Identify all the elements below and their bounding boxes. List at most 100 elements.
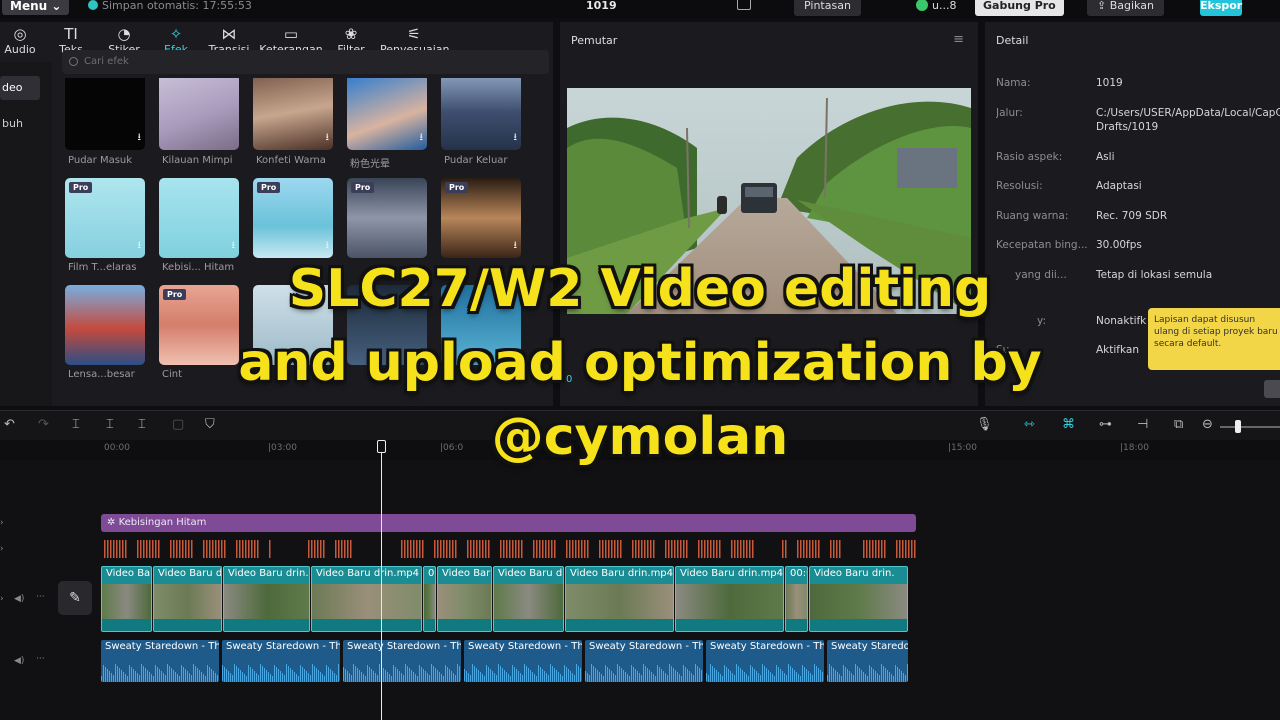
more-icon[interactable]: ···: [36, 654, 45, 664]
video-clip[interactable]: Video Baru drin.n: [223, 566, 310, 632]
video-thumbnail: [494, 584, 563, 620]
audio-clip[interactable]: Sweaty Staredown - The: [222, 640, 340, 682]
export-button[interactable]: Ekspor: [1200, 0, 1242, 16]
download-icon: ⭳: [513, 132, 518, 143]
audio-waveform: [101, 664, 218, 682]
tab-label: Audio: [4, 43, 36, 56]
video-clip[interactable]: 00:0: [785, 566, 808, 632]
search-input[interactable]: Cari efek: [62, 50, 549, 74]
top-bar: Menu ⌄ Simpan otomatis: 17:55:53 1019 Pi…: [0, 0, 1280, 18]
effect-tile[interactable]: Pro ⭳: [65, 178, 145, 258]
mute-icon[interactable]: ◀): [14, 594, 24, 604]
audio-waveform: [585, 664, 702, 682]
detail-label: Ruang warna:: [996, 210, 1069, 222]
detail-value: 30.00fps: [1096, 239, 1142, 251]
noise-effect-track[interactable]: [101, 540, 916, 558]
effect-tile[interactable]: ⭳: [441, 78, 521, 150]
video-clip-audio: [312, 619, 421, 631]
pro-badge: Pro: [445, 182, 469, 193]
player-title: Pemutar: [571, 34, 618, 47]
video-clip-audio: [224, 619, 309, 631]
video-clip-label: Video Baru drin.n: [228, 568, 310, 579]
caption-icon: ▭: [283, 25, 299, 43]
search-icon: [69, 57, 78, 66]
cover-edit-button[interactable]: ✎: [58, 581, 92, 615]
effect-tile[interactable]: Pro: [347, 178, 427, 258]
audio-clip[interactable]: Sweaty Staredown: [827, 640, 908, 682]
video-thumbnail: [786, 584, 807, 620]
playhead[interactable]: [381, 440, 382, 720]
video-clip[interactable]: Video Baru drin.mp4: [675, 566, 784, 632]
audio-clip[interactable]: Sweaty Staredown - The: [343, 640, 461, 682]
sidebar-item-body[interactable]: buh: [0, 112, 40, 136]
video-clip[interactable]: Video Bar: [437, 566, 492, 632]
more-icon[interactable]: ···: [36, 592, 45, 602]
video-clip-audio: [424, 619, 435, 631]
video-clip[interactable]: Video Baru dri: [493, 566, 564, 632]
video-clip[interactable]: Video Baru drin.: [809, 566, 908, 632]
shortcut-button[interactable]: Pintasan: [794, 0, 861, 16]
autosave-status: Simpan otomatis: 17:55:53: [88, 0, 252, 13]
audio-clip[interactable]: Sweaty Staredown - The: [464, 640, 582, 682]
video-clip[interactable]: Video Bar: [101, 566, 152, 632]
video-clip-label: Video Baru drin.mp4: [316, 568, 420, 579]
filter-icon: ❀: [344, 25, 358, 43]
detail-value: Drafts/1019: [1096, 121, 1159, 133]
detail-label: Kecepatan bing...: [996, 239, 1088, 251]
effect-clip[interactable]: ✲ Kebisingan Hitam: [101, 514, 916, 532]
video-clip[interactable]: Video Baru dr: [153, 566, 222, 632]
video-clip-label: Video Baru drin.: [814, 568, 895, 579]
video-clip[interactable]: Video Baru drin.mp4: [565, 566, 674, 632]
video-clip[interactable]: 00: [423, 566, 436, 632]
video-clip-label: Video Baru drin.mp4: [680, 568, 784, 579]
effect-label: Konfeti Warna: [256, 155, 326, 166]
audio-clip[interactable]: Sweaty Staredown - The: [101, 640, 219, 682]
video-clip-label: Video Baru dri: [498, 568, 564, 579]
effect-tile[interactable]: ⭳: [159, 178, 239, 258]
menu-button[interactable]: Menu ⌄: [2, 0, 70, 15]
audio-waveform: [706, 664, 823, 682]
share-button[interactable]: ⇪ Bagikan: [1087, 0, 1164, 16]
effect-tile[interactable]: Pro ⭳: [441, 178, 521, 258]
download-icon: ⭳: [419, 132, 424, 143]
project-name[interactable]: 1019: [586, 0, 617, 12]
video-thumbnail: [676, 584, 783, 620]
tab-audio[interactable]: ◎ Audio: [2, 25, 38, 56]
detail-label: Resolusi:: [996, 180, 1043, 192]
video-clip-label: 00: [428, 568, 435, 579]
effect-tile[interactable]: Pro ⭳: [253, 178, 333, 258]
detail-label: Jalur:: [996, 107, 1023, 119]
effect-tile[interactable]: ⭳: [253, 78, 333, 150]
audio-waveform: [222, 664, 339, 682]
detail-value: Asli: [1096, 151, 1115, 163]
video-thumbnail: [438, 584, 491, 620]
hamburger-menu-icon[interactable]: ≡: [953, 32, 964, 47]
sidebar-item-video[interactable]: deo: [0, 76, 40, 100]
effect-tile[interactable]: [159, 78, 239, 150]
detail-label: Rasio aspek:: [996, 151, 1063, 163]
mute-icon[interactable]: ◀): [14, 656, 24, 666]
user-account[interactable]: u...8: [910, 0, 962, 16]
menu-label: Menu: [10, 0, 48, 13]
audio-clip-label: Sweaty Staredown - The: [105, 641, 219, 652]
audio-clip[interactable]: Sweaty Staredown - The: [706, 640, 824, 682]
track-control-icon[interactable]: ›: [0, 544, 4, 554]
adjust-icon: ⚟: [407, 25, 421, 43]
track-control-icon[interactable]: ›: [0, 518, 4, 528]
avatar: [916, 0, 928, 11]
video-clip-audio: [494, 619, 563, 631]
video-clip-audio: [102, 619, 151, 631]
join-pro-button[interactable]: Gabung Pro: [975, 0, 1064, 16]
effect-tile[interactable]: ⭳: [65, 78, 145, 150]
pencil-icon: ✎: [69, 590, 81, 606]
layout-icon[interactable]: [737, 0, 751, 10]
video-thumbnail: [810, 584, 907, 620]
user-label: u...8: [932, 0, 957, 12]
video-clip[interactable]: Video Baru drin.mp4: [311, 566, 422, 632]
effect-tile[interactable]: ⭳: [347, 78, 427, 150]
search-placeholder: Cari efek: [84, 56, 129, 67]
track-control-icon[interactable]: ›: [0, 594, 4, 604]
detail-value: C:/Users/USER/AppData/Local/CapCut: [1096, 107, 1280, 119]
effect-clip-label: Kebisingan Hitam: [118, 517, 207, 528]
audio-clip[interactable]: Sweaty Staredown - The: [585, 640, 703, 682]
